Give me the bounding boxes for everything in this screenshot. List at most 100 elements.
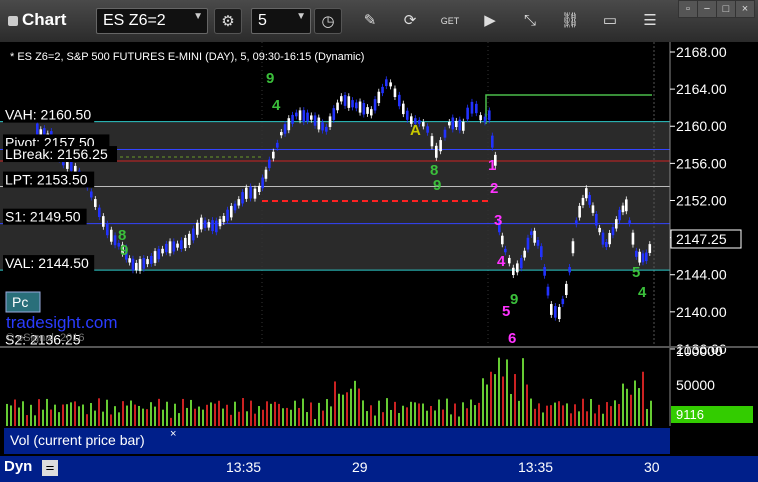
copyright: © eSignal, 2016 — [6, 332, 84, 344]
volume-bar — [482, 378, 484, 426]
volume-bar — [190, 399, 192, 426]
td-count-marker: 9 — [120, 242, 128, 259]
volume-bar — [554, 402, 556, 426]
volume-bar — [646, 408, 648, 426]
volume-bar — [630, 394, 632, 426]
volume-bar — [218, 400, 220, 426]
refresh-icon[interactable]: ⟳ — [396, 8, 424, 34]
dynamic-mode-icon[interactable]: ⚌ — [42, 460, 58, 476]
volume-bar — [86, 414, 88, 426]
symbol-input[interactable]: ES Z6=2 ▼ — [96, 8, 208, 34]
td-count-marker: 2 — [490, 180, 498, 197]
price-tick-label: 2144.00 — [676, 267, 727, 283]
volume-bar — [246, 411, 248, 426]
volume-bar — [154, 406, 156, 426]
draw-tool-icon[interactable]: ⤡ — [516, 8, 544, 34]
pane-separator[interactable] — [0, 346, 758, 348]
maximize-icon[interactable]: □ — [716, 0, 736, 18]
last-price-label: 2147.25 — [676, 231, 727, 247]
volume-bar — [614, 400, 616, 426]
td-count-marker: 6 — [508, 330, 516, 347]
clock-icon[interactable]: ◷ — [314, 8, 342, 34]
volume-bar — [606, 402, 608, 426]
menu-icon[interactable]: ☰ — [636, 8, 664, 34]
volume-bar — [574, 404, 576, 426]
window-title: Chart — [8, 10, 66, 30]
pc-label: Pc — [12, 294, 28, 310]
volume-bar — [618, 403, 620, 426]
volume-bar — [182, 398, 184, 426]
volume-legend-bar — [182, 428, 670, 454]
volume-bar — [602, 413, 604, 426]
volume-bar — [178, 413, 180, 426]
volume-bar — [438, 399, 440, 426]
volume-bar — [30, 404, 32, 426]
volume-bar — [214, 403, 216, 426]
volume-bar — [434, 410, 436, 426]
volume-bar — [162, 409, 164, 426]
volume-bar — [310, 402, 312, 426]
volume-bar — [366, 411, 368, 426]
volume-bar — [518, 400, 520, 426]
dynamic-label[interactable]: Dyn — [4, 458, 32, 475]
volume-bar — [474, 405, 476, 426]
chat-icon[interactable]: ▭ — [596, 8, 624, 34]
volume-bar — [374, 415, 376, 426]
link-icon[interactable]: ⛓ — [556, 8, 584, 34]
td-count-marker: 1 — [488, 157, 496, 174]
volume-bar — [234, 401, 236, 426]
level-label: LBreak: 2156.25 — [5, 146, 108, 162]
volume-bar — [194, 408, 196, 426]
chevron-down-icon[interactable]: ▼ — [193, 11, 203, 22]
volume-bar — [58, 412, 60, 426]
volume-bar — [410, 401, 412, 426]
volume-bar — [466, 408, 468, 426]
volume-bar — [486, 384, 488, 426]
volume-bar — [314, 419, 316, 426]
volume-bar — [642, 371, 644, 426]
volume-bar — [78, 406, 80, 426]
volume-bar — [362, 400, 364, 426]
interval-input[interactable]: 5 ▼ — [251, 8, 311, 34]
time-label: 29 — [352, 459, 368, 475]
chart-canvas[interactable]: 123456948989549A * ES Z6=2, S&P 500 FUTU… — [0, 42, 758, 482]
restore-icon[interactable]: ▫ — [678, 0, 698, 18]
volume-bar — [578, 411, 580, 426]
volume-bar — [398, 413, 400, 426]
volume-bar — [530, 398, 532, 426]
close-icon[interactable]: × — [735, 0, 755, 18]
chevron-down-icon[interactable]: ▼ — [296, 11, 306, 22]
volume-bar — [358, 388, 360, 426]
volume-bar — [130, 400, 132, 426]
volume-bar — [14, 399, 16, 426]
volume-bar — [582, 398, 584, 426]
volume-bar — [26, 415, 28, 426]
volume-bar — [126, 405, 128, 426]
volume-bar — [74, 401, 76, 426]
pencil-icon[interactable]: ✎ — [356, 8, 384, 34]
td-count-marker: A — [410, 122, 421, 139]
volume-bar — [526, 384, 528, 426]
close-icon[interactable]: × — [170, 428, 176, 440]
volume-bar — [462, 402, 464, 426]
play-icon[interactable]: ▶ — [476, 8, 504, 34]
symbol-settings-icon[interactable]: ⚙ — [214, 8, 242, 34]
get-data-button[interactable]: GET — [436, 8, 464, 34]
volume-bar — [10, 405, 12, 426]
td-count-marker: 9 — [433, 177, 441, 194]
volume-bar — [238, 411, 240, 426]
volume-bar — [54, 404, 56, 426]
td-count-marker: 3 — [494, 212, 502, 229]
volume-bar — [514, 374, 516, 426]
volume-bar — [62, 404, 64, 426]
volume-legend[interactable]: Vol (current price bar) — [4, 428, 182, 454]
volume-bar — [198, 406, 200, 426]
volume-bar — [378, 400, 380, 426]
volume-bar — [242, 398, 244, 426]
time-label: 13:35 — [226, 459, 262, 475]
minimize-icon[interactable]: − — [697, 0, 717, 18]
price-tick-label: 2152.00 — [676, 192, 727, 208]
price-ticks: 2168.002164.002160.002156.002152.002148.… — [670, 44, 727, 357]
volume-bar — [354, 380, 356, 426]
price-tick-label: 2140.00 — [676, 304, 727, 320]
